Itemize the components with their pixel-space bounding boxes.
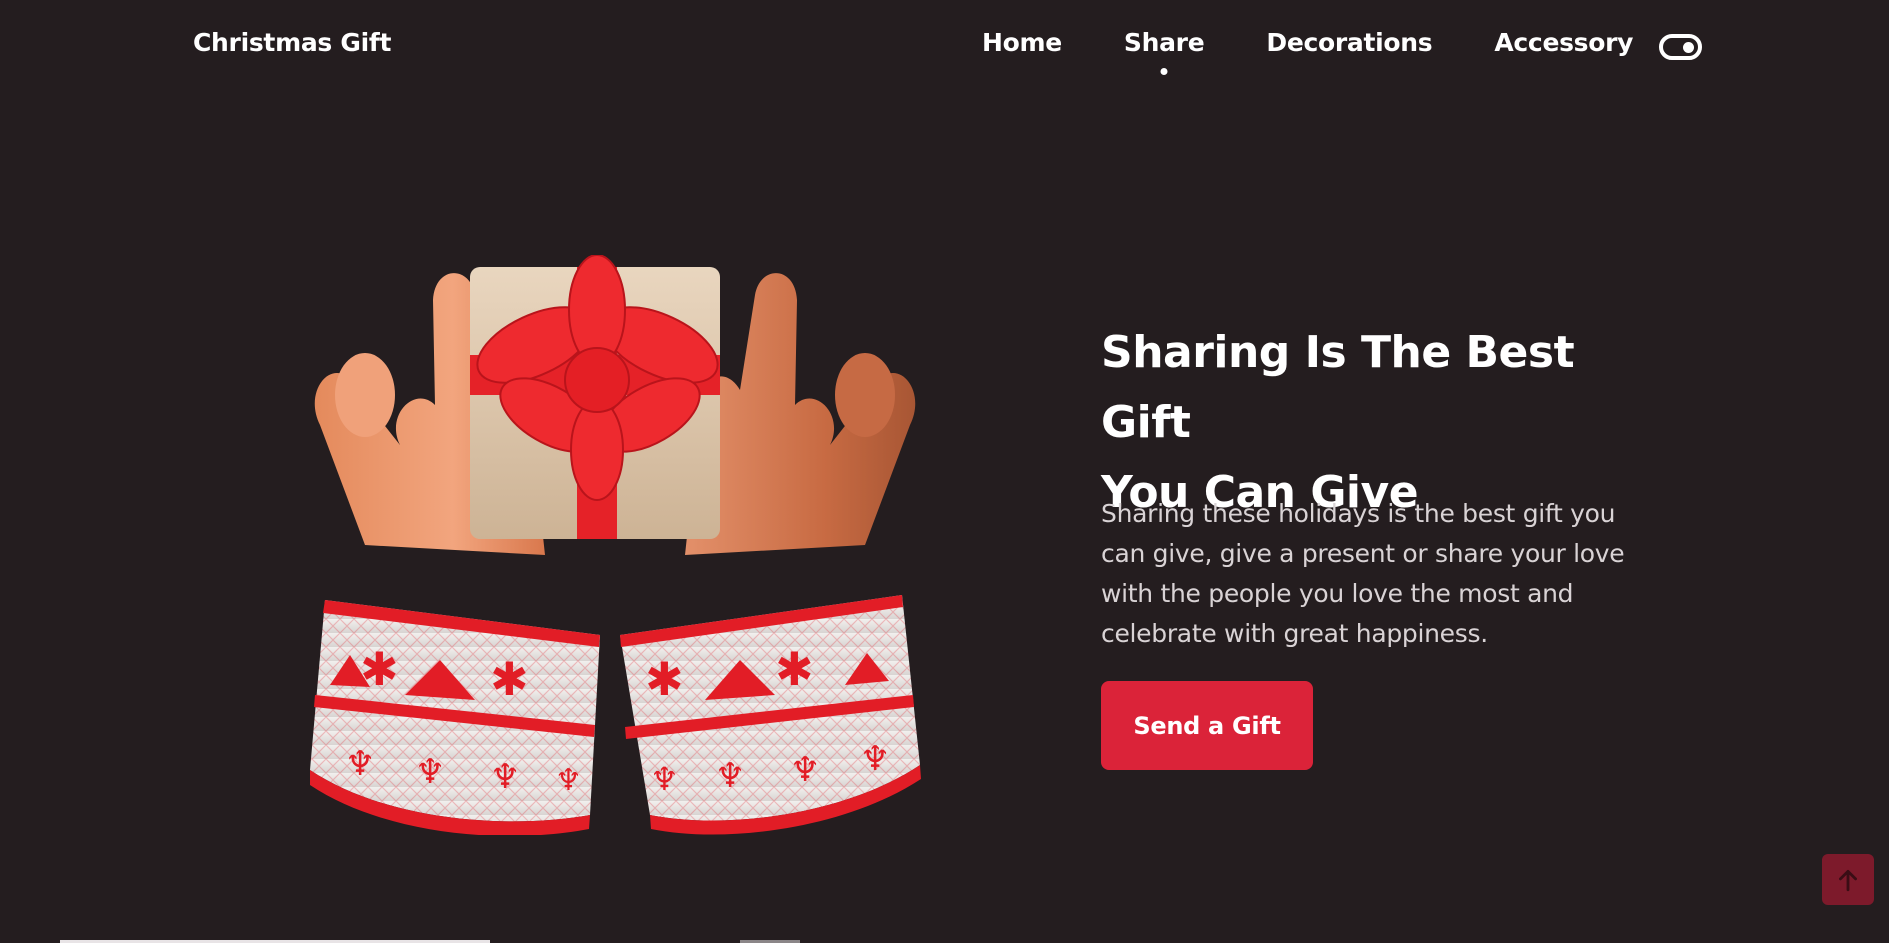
- left-sweater-cuff: ✱ ✱ ♆ ♆ ♆ ♆: [310, 600, 600, 835]
- nav-home[interactable]: Home: [982, 28, 1062, 57]
- gift-box: [470, 255, 720, 539]
- svg-text:♆: ♆: [650, 760, 679, 798]
- logo[interactable]: Christmas Gift: [193, 28, 391, 57]
- hero-description: Sharing these holidays is the best gift …: [1101, 499, 1625, 648]
- nav-share[interactable]: Share: [1124, 28, 1205, 57]
- svg-text:✱: ✱: [775, 642, 814, 696]
- theme-toggle-icon[interactable]: [1659, 34, 1702, 60]
- right-sweater-cuff: ✱ ✱ ♆ ♆ ♆ ♆: [620, 595, 921, 835]
- page: Christmas Gift Home Share Decorations Ac…: [0, 0, 1889, 943]
- svg-text:♆: ♆: [345, 744, 375, 784]
- svg-text:✱: ✱: [490, 652, 529, 706]
- nav-decorations[interactable]: Decorations: [1266, 28, 1432, 57]
- toggle-knob: [1683, 42, 1694, 53]
- hero-title-line-1: Sharing Is The Best Gift: [1101, 327, 1575, 448]
- main-nav: Home Share Decorations Accessory: [982, 28, 1695, 57]
- svg-text:♆: ♆: [490, 757, 520, 797]
- arrow-up-icon: [1839, 869, 1857, 891]
- nav-accessory[interactable]: Accessory: [1494, 28, 1633, 57]
- svg-text:♆: ♆: [860, 739, 890, 779]
- svg-text:✱: ✱: [645, 652, 684, 706]
- svg-text:♆: ♆: [715, 756, 745, 796]
- svg-text:♆: ♆: [415, 752, 445, 792]
- svg-text:✱: ✱: [360, 642, 399, 696]
- svg-text:♆: ♆: [790, 750, 820, 790]
- scroll-up-button[interactable]: [1822, 854, 1874, 905]
- send-gift-button[interactable]: Send a Gift: [1101, 681, 1313, 770]
- svg-text:♆: ♆: [555, 763, 582, 798]
- hands-holding-gift-illustration: ✱ ✱ ♆ ♆ ♆ ♆ ✱ ✱ ♆ ♆ ♆ ♆: [310, 255, 921, 835]
